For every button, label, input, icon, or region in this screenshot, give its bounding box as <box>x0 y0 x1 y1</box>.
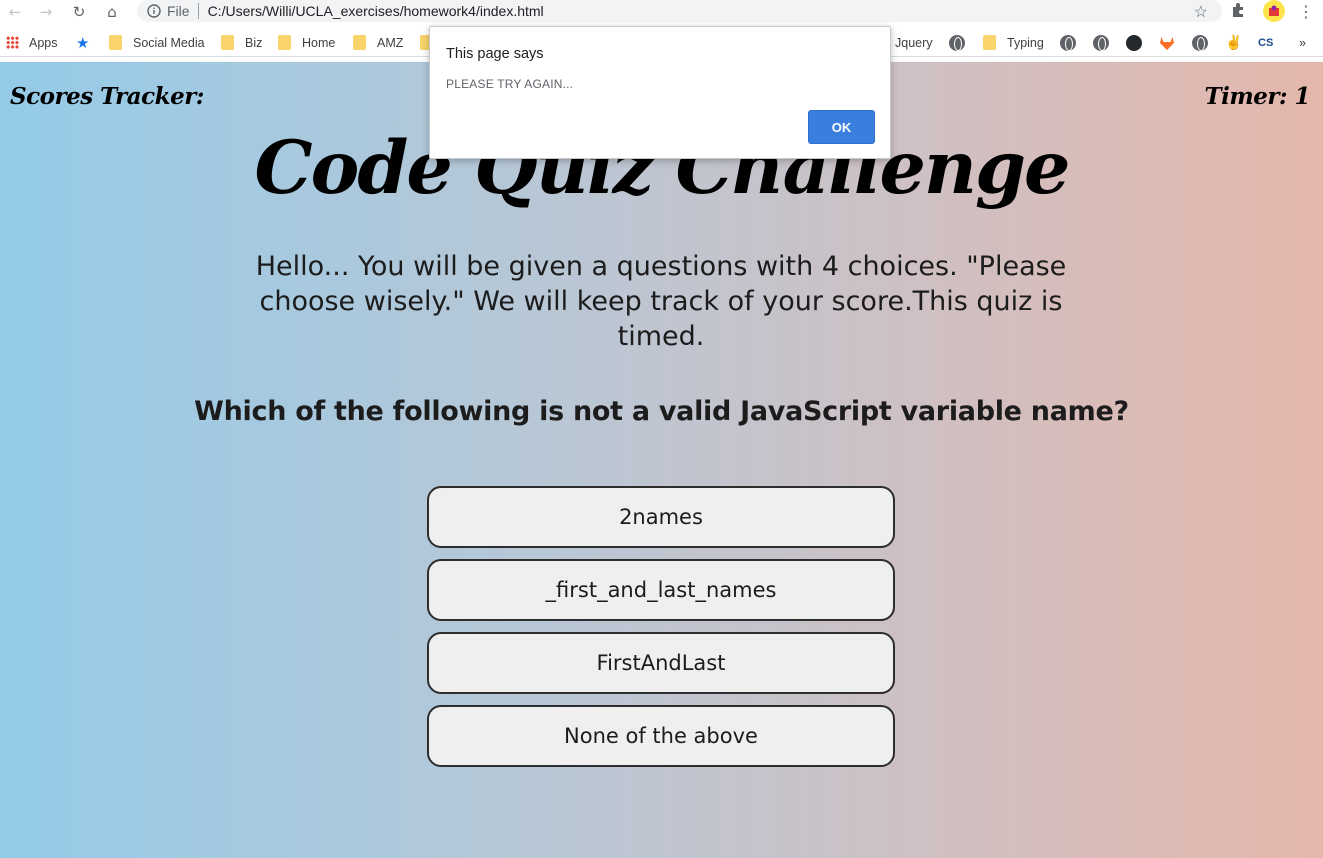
folder-icon <box>278 35 291 50</box>
question-text: Which of the following is not a valid Ja… <box>194 396 1129 427</box>
globe-icon <box>949 34 965 51</box>
bookmark-apps[interactable]: Apps <box>6 34 58 51</box>
bookmark-social-media[interactable]: Social Media <box>109 34 205 51</box>
bookmark-label: Jquery <box>895 35 933 50</box>
globe-icon <box>1060 34 1076 51</box>
bookmark-star[interactable]: ★ <box>76 34 90 52</box>
folder-icon <box>109 35 122 50</box>
alert-dialog: This page says PLEASE TRY AGAIN... OK <box>429 26 891 159</box>
bookmark-biz[interactable]: Biz <box>221 34 262 51</box>
bookmark-cs[interactable]: CS <box>1258 34 1273 51</box>
gitlab-icon <box>1160 36 1174 50</box>
bookmark-label: Biz <box>245 35 263 50</box>
bookmark-github[interactable] <box>1126 34 1142 51</box>
forward-arrow-icon[interactable]: → <box>33 0 59 24</box>
bookmark-globe-3[interactable] <box>1093 34 1109 51</box>
bookmark-label: Typing <box>1007 35 1044 50</box>
bookmark-label: AMZ <box>377 35 404 50</box>
dialog-title: This page says <box>446 46 544 62</box>
cs-logo-icon: CS <box>1258 36 1274 49</box>
bookmark-globe-1[interactable] <box>949 34 965 51</box>
peace-hand-icon: ✌ <box>1225 34 1243 50</box>
choice-button-1[interactable]: 2names <box>427 486 895 548</box>
reload-icon[interactable]: ↻ <box>66 0 92 24</box>
browser-toolbar: ← → ↻ ⌂ File C:/Users/Willi/UCLA_exercis… <box>0 0 1323 24</box>
bookmark-label: Social Media <box>133 35 205 50</box>
ok-button[interactable]: OK <box>808 110 875 144</box>
address-bar[interactable]: File C:/Users/Willi/UCLA_exercises/homew… <box>137 0 1222 22</box>
url-text[interactable]: C:/Users/Willi/UCLA_exercises/homework4/… <box>208 3 544 19</box>
globe-icon <box>1192 34 1208 51</box>
choice-button-2[interactable]: _first_and_last_names <box>427 559 895 621</box>
bookmark-globe-2[interactable] <box>1060 34 1076 51</box>
bookmark-peace[interactable]: ✌ <box>1225 34 1242 51</box>
star-icon: ★ <box>76 34 90 52</box>
intro-text: Hello... You will be given a questions w… <box>255 251 1067 352</box>
bookmark-label: Apps <box>29 35 58 50</box>
apps-grid-icon <box>6 36 19 49</box>
choice-button-3[interactable]: FirstAndLast <box>427 632 895 694</box>
info-icon[interactable] <box>146 3 162 19</box>
bookmark-star-icon[interactable]: ☆ <box>1194 2 1208 22</box>
bookmark-globe-4[interactable] <box>1192 34 1208 51</box>
scores-tracker[interactable]: Scores Tracker: <box>10 83 204 110</box>
dialog-message: PLEASE TRY AGAIN... <box>446 77 574 91</box>
globe-icon <box>1093 34 1109 51</box>
bookmark-label: Home <box>302 35 336 50</box>
bookmark-jquery[interactable]: Jquery <box>895 34 933 51</box>
divider <box>197 3 199 19</box>
browser-menu-icon[interactable]: ⋮ <box>1298 0 1314 22</box>
url-scheme-label: File <box>167 3 190 19</box>
quiz-page: Scores Tracker: Timer: 1 Code Quiz Chall… <box>0 62 1323 858</box>
bookmarks-overflow[interactable]: » <box>1299 34 1306 51</box>
bookmark-gitlab[interactable] <box>1159 34 1175 51</box>
timer: Timer: 1 <box>1204 83 1311 110</box>
github-icon <box>1126 34 1142 51</box>
bookmark-amz[interactable]: AMZ <box>353 34 403 51</box>
chevron-double-right-icon: » <box>1299 35 1306 50</box>
bookmark-typing[interactable]: Typing <box>983 34 1044 51</box>
extensions-puzzle-icon[interactable] <box>1230 1 1248 23</box>
choice-button-4[interactable]: None of the above <box>427 705 895 767</box>
folder-icon <box>983 35 996 50</box>
folder-icon <box>353 35 366 50</box>
bookmark-home[interactable]: Home <box>278 34 335 51</box>
profile-avatar-icon[interactable] <box>1263 0 1285 22</box>
back-arrow-icon[interactable]: ← <box>2 0 28 24</box>
folder-icon <box>221 35 234 50</box>
home-icon[interactable]: ⌂ <box>99 0 125 24</box>
